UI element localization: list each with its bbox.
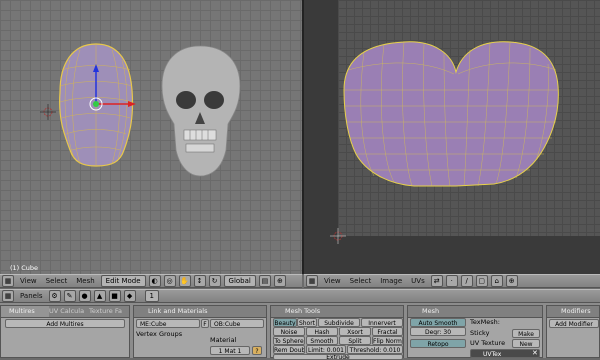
menu-select[interactable]: Select <box>43 276 71 286</box>
extrude-button[interactable]: Extrude <box>273 354 403 360</box>
sticky-label: Sticky <box>470 329 490 337</box>
fractal-button[interactable]: Fractal <box>372 327 403 336</box>
frame-field[interactable]: 1 <box>144 290 159 302</box>
object-icon[interactable]: ▲ <box>93 290 106 302</box>
hand-icon[interactable]: ✋ <box>178 275 191 287</box>
degree-field[interactable]: Degr: 30 <box>410 327 466 336</box>
editor-type-icon[interactable]: ▦ <box>2 290 14 302</box>
scene-icon[interactable]: ◆ <box>123 290 136 302</box>
mesh-name-field[interactable]: ME:Cube <box>136 319 200 328</box>
translate-icon[interactable]: ↕ <box>193 275 206 287</box>
short-toggle[interactable]: Short <box>297 318 317 327</box>
vertex-select-icon[interactable]: · <box>445 275 458 287</box>
script-icon[interactable]: ✎ <box>63 290 76 302</box>
remove-doubles-button[interactable]: Rem Doubl <box>273 345 305 354</box>
uv-texture-label: UV Texture <box>470 339 506 347</box>
orientation-dropdown[interactable]: Global <box>223 275 256 287</box>
uvtex-layer[interactable]: UVTex <box>470 349 540 358</box>
editing-icon[interactable]: ■ <box>108 290 121 302</box>
limit-field[interactable]: Limit: 0.001 <box>306 345 346 354</box>
object-name-field[interactable]: OB:Cube <box>210 319 264 328</box>
smooth-button[interactable]: Smooth <box>306 336 338 345</box>
editor-type-icon[interactable]: ▦ <box>306 275 318 287</box>
link-materials-panel: Link and Materials ME:Cube F OB:Cube Ver… <box>133 305 267 358</box>
edge-select-icon[interactable]: / <box>460 275 473 287</box>
multires-panel: Multires UV Calcula Texture Fa Add Multi… <box>0 305 130 358</box>
tab-multires[interactable]: Multires <box>1 306 49 317</box>
uv-layout <box>330 41 559 244</box>
menu-uvs[interactable]: UVs <box>408 276 428 286</box>
snap-icon[interactable]: ⊕ <box>273 275 286 287</box>
panel-title: Mesh <box>408 306 542 318</box>
to-sphere-button[interactable]: To Sphere <box>273 336 305 345</box>
uvtex-name: UVTex <box>483 351 502 358</box>
innervert-button[interactable]: Innervert <box>361 318 403 327</box>
texmesh-label: TexMesh: <box>470 318 500 326</box>
fake-user-button[interactable]: F <box>201 319 209 328</box>
logic-icon[interactable]: ⚙ <box>48 290 61 302</box>
close-icon[interactable]: ✕ <box>532 349 538 358</box>
menu-mesh[interactable]: Mesh <box>73 276 97 286</box>
editor-type-icon[interactable]: ▦ <box>2 275 14 287</box>
threshold-field[interactable]: Threshold: 0.010 <box>347 345 403 354</box>
panel-title: Link and Materials <box>134 306 266 318</box>
modifiers-panel: Modifiers Add Modifier <box>546 305 600 358</box>
snap-icon[interactable]: ⊕ <box>505 275 518 287</box>
sticky-make-button[interactable]: Make <box>512 329 540 338</box>
panel-title: Mesh Tools <box>271 306 403 318</box>
panels-menu[interactable]: Panels <box>17 291 46 301</box>
layer-icon[interactable]: ▤ <box>258 275 271 287</box>
tab-uv-calculation[interactable]: UV Calcula <box>49 306 89 317</box>
menu-view[interactable]: View <box>17 276 40 286</box>
3d-scene <box>40 43 241 177</box>
pin-icon[interactable]: ⌂ <box>490 275 503 287</box>
retopo-toggle[interactable]: Retopo <box>410 339 466 348</box>
xsort-button[interactable]: Xsort <box>339 327 371 336</box>
menu-select[interactable]: Select <box>347 276 375 286</box>
subdivide-button[interactable]: Subdivide <box>318 318 360 327</box>
menu-view[interactable]: View <box>321 276 344 286</box>
object-label: (1) Cube <box>10 264 39 272</box>
uv-editor-viewport[interactable] <box>304 0 600 274</box>
material-label: Material <box>210 336 237 344</box>
tab-texture-face[interactable]: Texture Fa <box>89 306 129 317</box>
mesh-tools-panel: Mesh Tools Beauty Short Subdivide Innerv… <box>270 305 404 360</box>
menu-image[interactable]: Image <box>377 276 405 286</box>
hash-button[interactable]: Hash <box>306 327 338 336</box>
material-help-button[interactable]: ? <box>252 346 262 355</box>
pivot-icon[interactable]: ◎ <box>163 275 176 287</box>
beauty-toggle[interactable]: Beauty <box>273 318 297 327</box>
skull-model <box>161 45 241 177</box>
auto-smooth-toggle[interactable]: Auto Smooth <box>410 318 466 327</box>
uv-editor-header: ▦ View Select Image UVs ⇄ · / ▢ ⌂ ⊕ <box>304 274 600 288</box>
material-index-field[interactable]: 1 Mat 1 <box>210 346 250 355</box>
mode-dropdown[interactable]: Edit Mode <box>100 275 146 287</box>
3d-viewport[interactable]: (1) Cube <box>0 0 302 274</box>
panel-title: Modifiers <box>547 306 599 318</box>
uv-texture-new-button[interactable]: New <box>512 339 540 348</box>
rotate-icon[interactable]: ↻ <box>208 275 221 287</box>
mesh-panel: Mesh Auto Smooth Degr: 30 Retopo TexMesh… <box>407 305 543 358</box>
face-select-icon[interactable]: ▢ <box>475 275 488 287</box>
split-button[interactable]: Split <box>339 336 371 345</box>
flip-normal-button[interactable]: Flip Normal <box>372 336 403 345</box>
noise-button[interactable]: Noise <box>273 327 305 336</box>
add-modifier-button[interactable]: Add Modifier <box>549 319 599 328</box>
sync-icon[interactable]: ⇄ <box>430 275 443 287</box>
buttons-header: ▦ Panels ⚙ ✎ ● ▲ ■ ◆ 1 <box>0 289 600 303</box>
vertex-groups-label: Vertex Groups <box>136 330 183 338</box>
add-multires-button[interactable]: Add Multires <box>5 319 125 328</box>
shading-icon[interactable]: ● <box>78 290 91 302</box>
3d-view-header: ▦ View Select Mesh Edit Mode ◐ ◎ ✋ ↕ ↻ G… <box>0 274 302 288</box>
shading-icon[interactable]: ◐ <box>148 275 161 287</box>
